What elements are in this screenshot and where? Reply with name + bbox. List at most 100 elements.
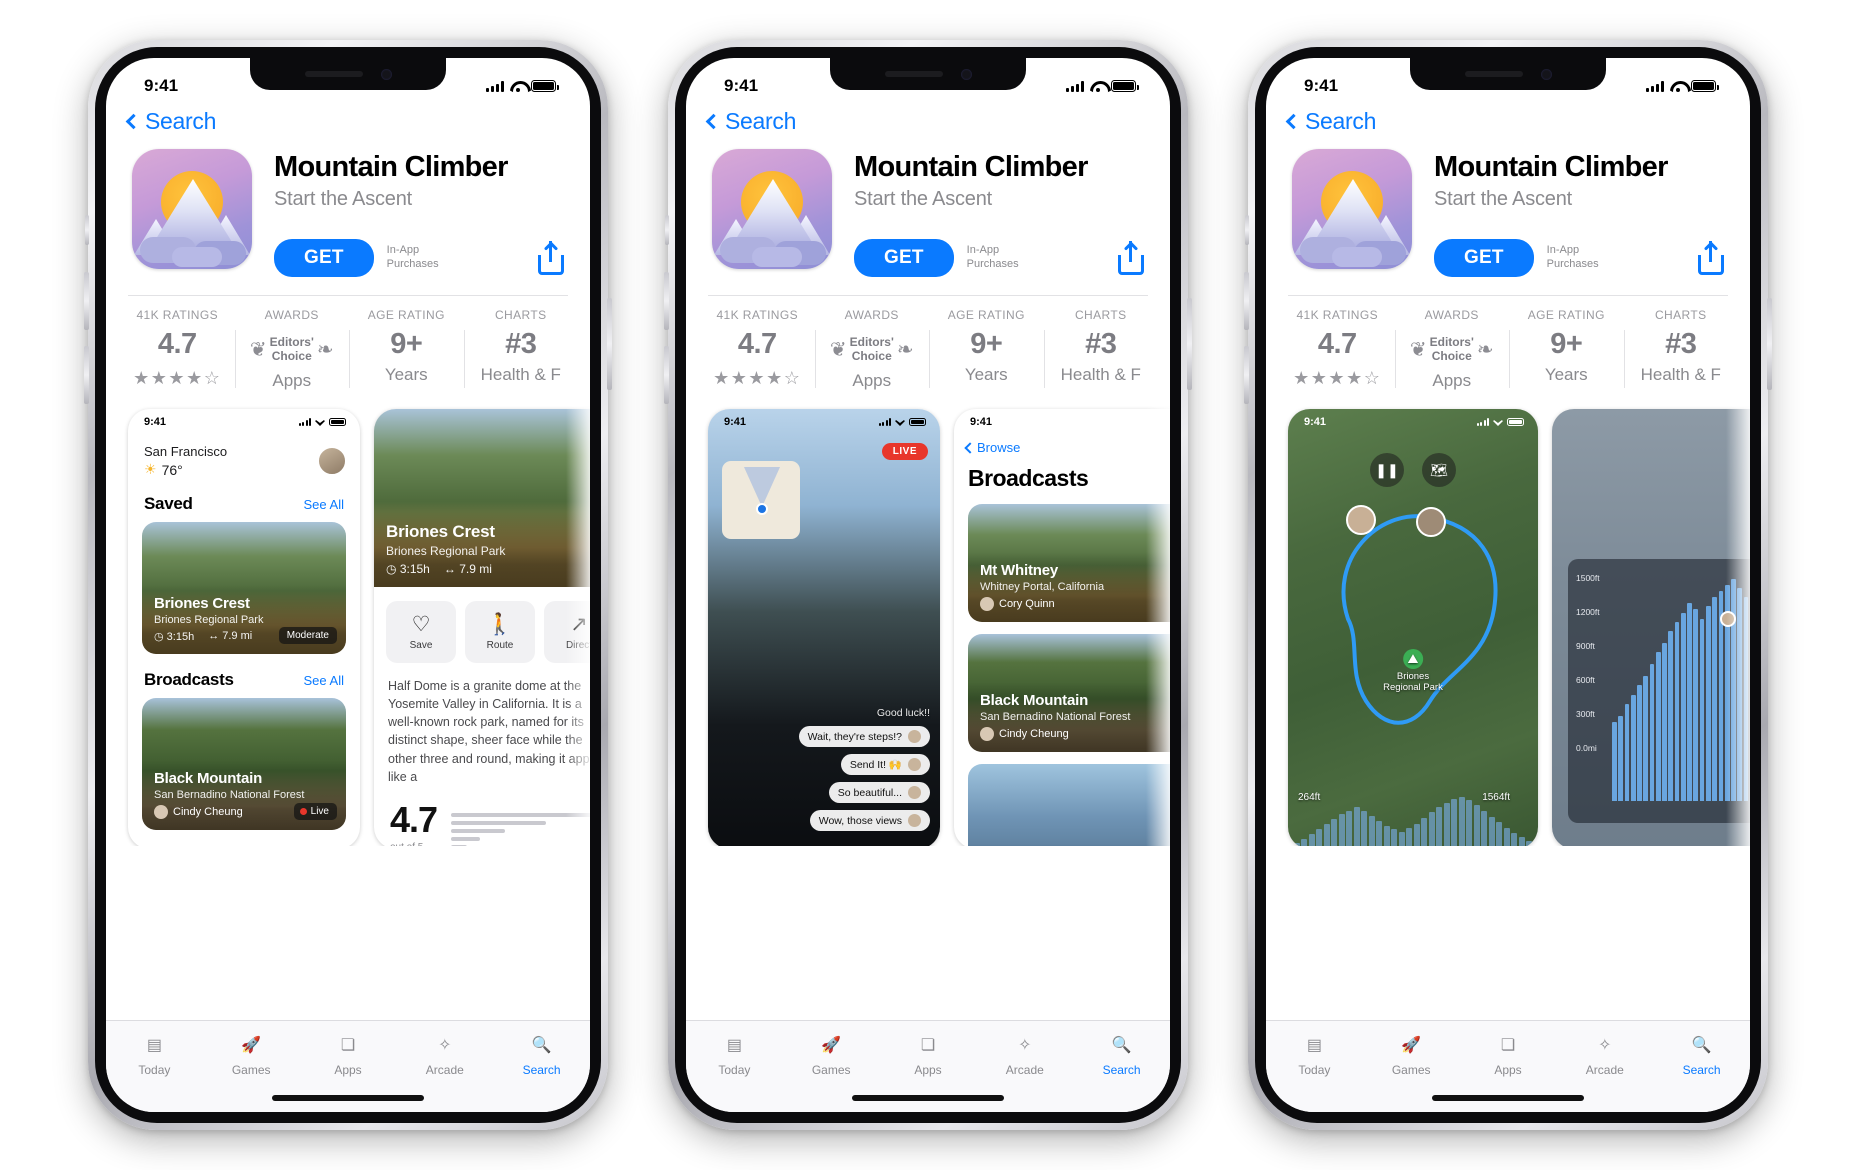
stat-ratings[interactable]: 41K RATINGS 4.7 ★★★★☆ <box>1280 308 1395 391</box>
preview-screenshot-live-broadcast[interactable]: 9:41 LIVE Good luck!! Wait, they're step… <box>708 409 940 846</box>
location-city: San Francisco <box>144 444 228 459</box>
preview-screenshot-elevation-chart[interactable]: 1500ft 1200ft 900ft 600ft 300ft 0.0mi <box>1552 409 1750 846</box>
author-avatar <box>980 597 994 611</box>
stat-ratings[interactable]: 41K RATINGS 4.7 ★★★★☆ <box>120 308 235 391</box>
volume-down-button[interactable] <box>664 346 669 404</box>
directions-button[interactable]: ↗ Direct <box>544 601 590 663</box>
trail-name: Briones Crest <box>154 595 250 612</box>
in-app-purchases-note: In-App Purchases <box>966 244 1019 270</box>
broadcast-card-black-mountain[interactable]: Black Mountain San Bernadino National Fo… <box>968 634 1170 752</box>
tab-search[interactable]: 🔍 Search <box>493 1032 590 1077</box>
save-button[interactable]: ♡ Save <box>386 601 456 663</box>
hiker-avatar-2[interactable] <box>1416 507 1446 537</box>
share-icon[interactable] <box>1118 241 1144 275</box>
get-button[interactable]: GET <box>854 239 954 277</box>
stats-row: 41K RATINGS 4.7 ★★★★☆ AWARDS ❦ Editors' … <box>106 296 590 391</box>
preview-strip[interactable]: 9:41 San Francisco ☀ 76° Saved See All B… <box>106 391 590 846</box>
volume-up-button[interactable] <box>1244 272 1249 330</box>
tab-today[interactable]: ▤ Today <box>106 1032 203 1077</box>
home-indicator[interactable] <box>1432 1095 1584 1101</box>
stat-age-rating[interactable]: AGE RATING 9+ Years <box>929 308 1044 391</box>
tab-search[interactable]: 🔍 Search <box>1653 1032 1750 1077</box>
route-icon: 🚶 <box>486 612 514 636</box>
tab-games[interactable]: 🚀 Games <box>1363 1032 1460 1077</box>
back-to-search[interactable]: Search <box>106 104 590 137</box>
stat-ratings[interactable]: 41K RATINGS 4.7 ★★★★☆ <box>700 308 815 391</box>
share-icon[interactable] <box>538 241 564 275</box>
preview-screenshot-map[interactable]: 9:41 ❚❚ 🗺 ⛰ Briones Regional Park 264ft … <box>1288 409 1538 846</box>
tab-arcade[interactable]: ✧ Arcade <box>1556 1032 1653 1077</box>
app-icon <box>712 149 832 269</box>
phone-3: 9:41 Search Mountain Climber Start the A… <box>1244 40 1772 1130</box>
preview-screenshot-home[interactable]: 9:41 San Francisco ☀ 76° Saved See All B… <box>128 409 360 846</box>
stat-age-rating[interactable]: AGE RATING 9+ Years <box>1509 308 1624 391</box>
power-button[interactable] <box>607 298 612 390</box>
get-button[interactable]: GET <box>1434 239 1534 277</box>
silence-switch[interactable] <box>85 215 89 245</box>
tab-games[interactable]: 🚀 Games <box>203 1032 300 1077</box>
silence-switch[interactable] <box>665 215 669 245</box>
preview-strip[interactable]: 9:41 LIVE Good luck!! Wait, they're step… <box>686 391 1170 846</box>
see-all-link[interactable]: See All <box>304 497 344 512</box>
editors-choice-badge: ❦ Editors' Choice ❧ <box>829 334 914 363</box>
preview-screenshot-trail-detail[interactable]: Briones Crest Briones Regional Park ◷ 3:… <box>374 409 590 846</box>
search-icon: 🔍 <box>1111 1037 1132 1054</box>
avatar[interactable] <box>318 447 346 475</box>
mini-battery-icon <box>909 417 926 427</box>
volume-up-button[interactable] <box>84 272 89 330</box>
park-pin-icon: ⛰ <box>1402 649 1423 669</box>
trail-card-black-mountain[interactable]: Black Mountain San Bernadino National Fo… <box>142 698 346 830</box>
stat-awards[interactable]: AWARDS ❦ Editors' Choice ❧ Apps <box>1394 308 1510 391</box>
back-to-search[interactable]: Search <box>1266 104 1750 137</box>
hiker-avatar-1[interactable] <box>1346 505 1376 535</box>
apps-stack-icon: ❏ <box>920 1037 936 1054</box>
stat-value: 9+ <box>390 328 423 360</box>
home-indicator[interactable] <box>272 1095 424 1101</box>
chart-marker-2[interactable] <box>1720 611 1736 627</box>
back-to-browse[interactable]: Browse <box>954 428 1170 455</box>
back-label: Search <box>725 108 797 134</box>
preview-strip[interactable]: 9:41 ❚❚ 🗺 ⛰ Briones Regional Park 264ft … <box>1266 391 1750 846</box>
directions-icon: ↗ <box>570 612 588 636</box>
stat-awards[interactable]: AWARDS ❦ Editors' Choice ❧ Apps <box>234 308 350 391</box>
home-indicator[interactable] <box>852 1095 1004 1101</box>
mini-map-thumbnail[interactable] <box>722 461 800 539</box>
stat-value: #3 <box>505 328 537 360</box>
wifi-icon <box>1090 81 1105 92</box>
tab-apps[interactable]: ❏ Apps <box>1460 1032 1557 1077</box>
difficulty-badge: Moderate <box>278 627 337 644</box>
silence-switch[interactable] <box>1245 215 1249 245</box>
stat-charts[interactable]: CHARTS #3 Health & F <box>463 308 579 391</box>
tab-apps[interactable]: ❏ Apps <box>880 1032 977 1077</box>
tab-games[interactable]: 🚀 Games <box>783 1032 880 1077</box>
power-button[interactable] <box>1187 298 1192 390</box>
route-button[interactable]: 🚶 Route <box>465 601 535 663</box>
stat-age-rating[interactable]: AGE RATING 9+ Years <box>349 308 464 391</box>
broadcast-card-clyde-minaret[interactable]: Clyde Minaret <box>968 764 1170 846</box>
trail-card-briones[interactable]: Briones Crest Briones Regional Park ◷ 3:… <box>142 522 346 654</box>
share-icon[interactable] <box>1698 241 1724 275</box>
tab-search[interactable]: 🔍 Search <box>1073 1032 1170 1077</box>
power-button[interactable] <box>1767 298 1772 390</box>
games-rocket-icon: 🚀 <box>821 1037 842 1054</box>
stat-charts[interactable]: CHARTS #3 Health & F <box>1623 308 1739 391</box>
volume-down-button[interactable] <box>84 346 89 404</box>
broadcast-name: Mt Whitney <box>980 562 1058 579</box>
tab-arcade[interactable]: ✧ Arcade <box>976 1032 1073 1077</box>
stat-label: CHARTS <box>494 308 547 322</box>
app-subtitle: Start the Ascent <box>1434 188 1572 210</box>
tab-apps[interactable]: ❏ Apps <box>300 1032 397 1077</box>
see-all-link[interactable]: See All <box>304 673 344 688</box>
tab-arcade[interactable]: ✧ Arcade <box>396 1032 493 1077</box>
volume-up-button[interactable] <box>664 272 669 330</box>
volume-down-button[interactable] <box>1244 346 1249 404</box>
back-to-search[interactable]: Search <box>686 104 1170 137</box>
mini-time: 9:41 <box>724 416 747 428</box>
tab-today[interactable]: ▤ Today <box>1266 1032 1363 1077</box>
stat-awards[interactable]: AWARDS ❦ Editors' Choice ❧ Apps <box>814 308 930 391</box>
preview-screenshot-broadcasts-list[interactable]: 9:41 Browse Broadcasts Mt Whitney Whitne… <box>954 409 1170 846</box>
tab-today[interactable]: ▤ Today <box>686 1032 783 1077</box>
broadcast-card-whitney[interactable]: Mt Whitney Whitney Portal, California Co… <box>968 504 1170 622</box>
get-button[interactable]: GET <box>274 239 374 277</box>
stat-charts[interactable]: CHARTS #3 Health & F <box>1043 308 1159 391</box>
